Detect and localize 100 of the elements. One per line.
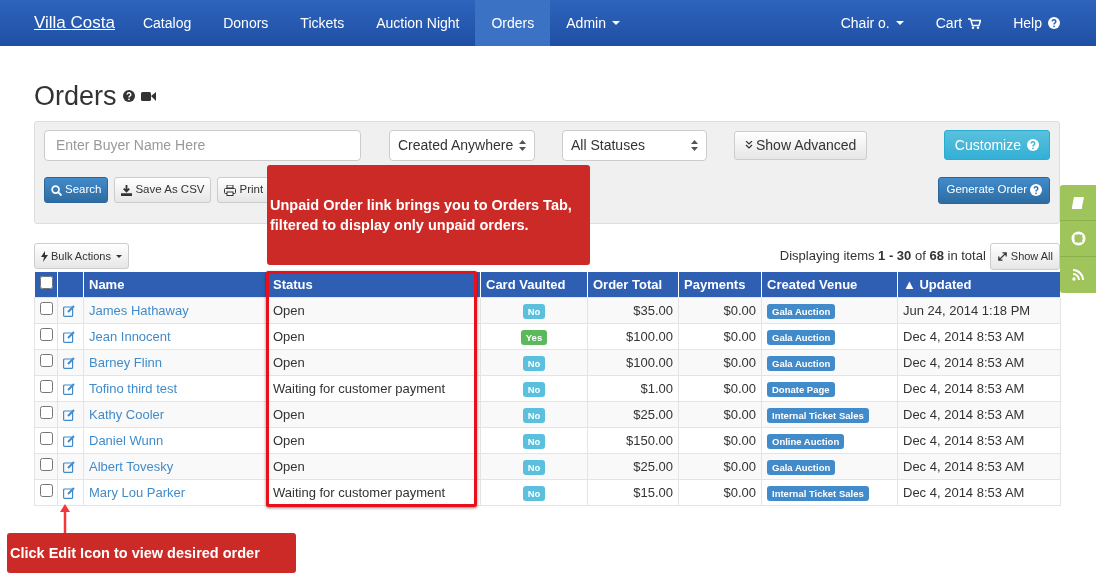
table-cell: Waiting for customer payment (273, 484, 446, 500)
venue-badge: Internal Ticket Sales (767, 407, 869, 423)
table-cell: Jun 24, 2014 1:18 PM (903, 302, 1031, 318)
venue-badge: Gala Auction (767, 355, 836, 371)
nav-link[interactable]: Help (997, 0, 1062, 46)
checkbox[interactable] (40, 327, 53, 341)
table-cell: Waiting for customer payment (273, 380, 446, 396)
table-cell: $35.00 (633, 302, 673, 318)
save-csv-button[interactable]: Save As CSV (114, 177, 212, 203)
vaulted-badge: No (522, 459, 546, 475)
table-cell: $0.00 (723, 432, 756, 448)
brand-logo[interactable]: Villa Costa (34, 0, 115, 46)
venue-badge: Gala Auction (767, 303, 836, 319)
table-cell: $15.00 (633, 484, 673, 500)
venue-badge: Gala Auction (767, 459, 836, 475)
callout: Click Edit Icon to view desired order (7, 533, 296, 573)
page-title: Orders (34, 80, 117, 113)
table-cell: Open (273, 432, 305, 448)
edit-icon[interactable] (63, 435, 75, 448)
life-ring-icon[interactable] (1070, 231, 1086, 246)
table-cell: Open (273, 354, 305, 370)
table-cell: Dec 4, 2014 8:53 AM (903, 328, 1025, 344)
show-all-button[interactable]: Show All (989, 242, 1060, 270)
vaulted-badge: No (522, 355, 546, 371)
table-cell: $0.00 (723, 302, 756, 318)
table-cell: Dec 4, 2014 8:53 AM (903, 354, 1025, 370)
pagination-text: Displaying items 1 - 30 of 68 in total (779, 247, 986, 266)
vaulted-badge: No (522, 381, 546, 397)
table-cell: Open (273, 406, 305, 422)
table-cell: $0.00 (723, 484, 756, 500)
table-cell: $0.00 (723, 458, 756, 474)
edit-icon[interactable] (63, 487, 75, 500)
double-chevron-icon (745, 141, 753, 149)
table-cell: $25.00 (633, 458, 673, 474)
search-icon (51, 184, 62, 196)
checkbox[interactable] (40, 457, 53, 471)
pointer-arrow (60, 504, 70, 533)
vaulted-badge: No (522, 303, 546, 319)
nav-link[interactable]: Tickets (284, 0, 361, 46)
table-cell: $0.00 (723, 328, 756, 344)
download-icon (121, 184, 133, 196)
column-header[interactable]: Name (89, 276, 125, 292)
checkbox[interactable] (39, 275, 53, 289)
nav-link[interactable]: Donors (207, 0, 285, 46)
vaulted-badge: No (522, 407, 546, 423)
checkbox[interactable] (40, 379, 53, 393)
table-cell: $25.00 (633, 406, 673, 422)
checkbox[interactable] (40, 405, 53, 419)
caret-icon (611, 21, 620, 25)
help-icon (1048, 17, 1060, 29)
lightning-icon (41, 250, 48, 262)
nav-link[interactable]: Chair o. (824, 0, 920, 46)
bulk-actions-button[interactable]: Bulk Actions (34, 243, 129, 269)
callout: Unpaid Order link brings you to Orders Tab, filtered to display only unpaid orders. (267, 165, 590, 265)
checkbox[interactable] (40, 353, 53, 367)
column-header[interactable]: Status (273, 276, 313, 292)
printer-icon (224, 184, 237, 196)
table-cell: Dec 4, 2014 8:53 AM (903, 432, 1025, 448)
table-cell: $1.00 (640, 380, 673, 396)
rss-icon[interactable] (1072, 269, 1084, 281)
edit-icon[interactable] (63, 357, 75, 370)
table-cell: Dec 4, 2014 8:53 AM (903, 484, 1025, 500)
show-advanced-button[interactable]: Show Advanced (734, 130, 868, 160)
search-button[interactable]: Search (44, 177, 109, 203)
expand-icon (996, 250, 1008, 262)
nav-link[interactable]: Cart (919, 0, 998, 46)
select-field[interactable]: Created Anywhere (389, 129, 535, 161)
edit-icon[interactable] (63, 461, 75, 474)
table-cell: $100.00 (626, 328, 673, 344)
vaulted-badge: No (522, 485, 546, 501)
checkbox[interactable] (40, 483, 53, 497)
table-cell: Open (273, 458, 305, 474)
venue-badge: Donate Page (767, 381, 835, 397)
checkbox[interactable] (40, 431, 53, 445)
generate-order-button[interactable]: Generate Order (938, 176, 1050, 204)
venue-badge: Internal Ticket Sales (767, 485, 869, 501)
nav-link[interactable]: Orders (475, 0, 551, 46)
edit-icon[interactable] (63, 409, 75, 422)
table-cell: $0.00 (723, 380, 756, 396)
edit-icon[interactable] (63, 331, 75, 344)
checkbox[interactable] (40, 301, 53, 315)
nav-link[interactable]: Catalog (126, 0, 208, 46)
help-icon (122, 90, 135, 103)
edit-icon[interactable] (63, 305, 75, 318)
edit-icon[interactable] (63, 383, 75, 396)
table-cell: Open (273, 302, 305, 318)
venue-badge: Online Auction (767, 433, 845, 449)
caret-icon (115, 254, 122, 258)
cart-icon (968, 17, 982, 29)
table-cell: Dec 4, 2014 8:53 AM (903, 406, 1025, 422)
help-icon (1027, 139, 1039, 151)
buyer-name-field[interactable]: Enter Buyer Name Here (44, 129, 361, 161)
table-cell: $150.00 (626, 432, 673, 448)
nav-link[interactable]: Admin (550, 0, 636, 46)
table-cell: $0.00 (723, 406, 756, 422)
nav-link[interactable]: Auction Night (360, 0, 476, 46)
select-field[interactable]: All Statuses (562, 129, 707, 161)
vaulted-badge: Yes (520, 329, 548, 345)
table-cell: $0.00 (723, 354, 756, 370)
table-cell: $100.00 (626, 354, 673, 370)
